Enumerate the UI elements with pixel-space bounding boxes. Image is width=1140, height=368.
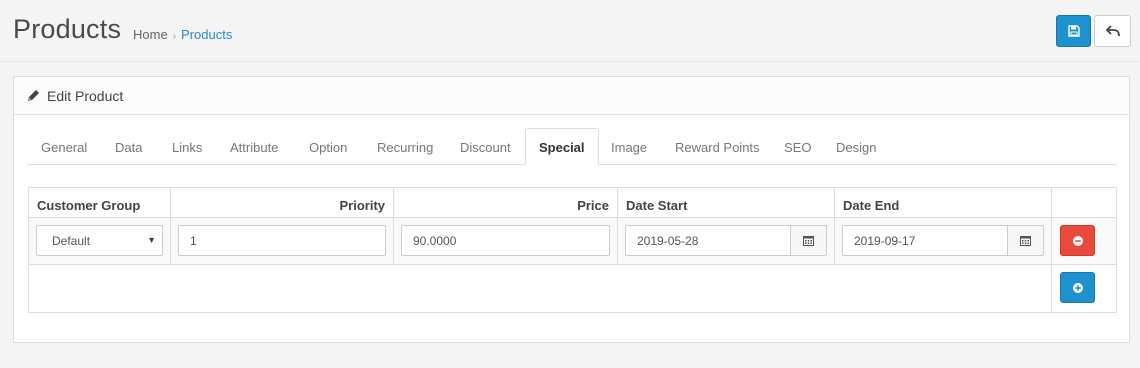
page-title: Products [13, 14, 122, 44]
product-tabs: General Data Links Attribute Option Recu… [27, 128, 1117, 165]
priority-input[interactable]: 1 [178, 225, 386, 256]
caret-down-icon: ▼ [147, 235, 156, 245]
column-header-date-start: Date Start [618, 188, 835, 218]
tab-image[interactable]: Image [611, 140, 647, 155]
page-header: Products Home › Products [0, 0, 1140, 62]
calendar-icon [803, 236, 814, 246]
remove-special-button[interactable] [1060, 225, 1095, 256]
table-row-cell-date-end: 2019-09-17 [835, 218, 1052, 265]
panel-heading: Edit Product [14, 77, 1129, 115]
table-row-cell-customer-group: Default ▼ [29, 218, 171, 265]
edit-product-panel: Edit Product General Data Links Attribut… [13, 76, 1130, 343]
save-button[interactable] [1056, 15, 1091, 47]
breadcrumb-separator: › [172, 31, 177, 42]
date-end-input[interactable]: 2019-09-17 [842, 225, 1008, 256]
tab-general[interactable]: General [41, 140, 87, 155]
special-table: Customer Group Priority Price Date Start… [28, 187, 1117, 313]
table-footer-spacer [29, 265, 1052, 312]
panel-title: Edit Product [47, 88, 124, 104]
tab-seo[interactable]: SEO [784, 140, 811, 155]
customer-group-select[interactable]: Default ▼ [36, 225, 163, 256]
breadcrumb-products-link[interactable]: Products [181, 27, 232, 42]
date-start-calendar-button[interactable] [791, 225, 827, 256]
tab-links[interactable]: Links [172, 140, 202, 155]
tab-reward-points[interactable]: Reward Points [675, 140, 760, 155]
tab-recurring[interactable]: Recurring [377, 140, 433, 155]
tab-data[interactable]: Data [115, 140, 142, 155]
table-row-cell-price: 90.0000 [394, 218, 618, 265]
column-header-price: Price [394, 188, 618, 218]
plus-circle-icon [1072, 282, 1083, 293]
date-start-input[interactable]: 2019-05-28 [625, 225, 791, 256]
table-row-cell-action [1052, 218, 1116, 265]
pencil-icon [28, 90, 39, 101]
column-header-priority: Priority [171, 188, 394, 218]
tab-discount[interactable]: Discount [460, 140, 511, 155]
tab-attribute[interactable]: Attribute [230, 140, 278, 155]
column-header-customer-group: Customer Group [29, 188, 171, 218]
table-footer-action [1052, 265, 1116, 312]
price-input[interactable]: 90.0000 [401, 225, 610, 256]
tab-design[interactable]: Design [836, 140, 876, 155]
floppy-disk-icon [1067, 25, 1080, 37]
customer-group-value: Default [52, 234, 91, 248]
tab-special[interactable]: Special [525, 128, 599, 165]
calendar-icon [1020, 236, 1031, 246]
breadcrumb-home-link[interactable]: Home [133, 27, 168, 42]
table-row-cell-priority: 1 [171, 218, 394, 265]
column-header-date-end: Date End [835, 188, 1052, 218]
minus-circle-icon [1072, 235, 1083, 246]
column-header-action [1052, 188, 1116, 218]
breadcrumb: Home › Products [133, 27, 232, 42]
date-end-calendar-button[interactable] [1008, 225, 1044, 256]
tab-option[interactable]: Option [309, 140, 347, 155]
table-row-cell-date-start: 2019-05-28 [618, 218, 835, 265]
reply-arrow-icon [1105, 25, 1120, 37]
back-button[interactable] [1094, 15, 1131, 47]
add-special-button[interactable] [1060, 272, 1095, 303]
